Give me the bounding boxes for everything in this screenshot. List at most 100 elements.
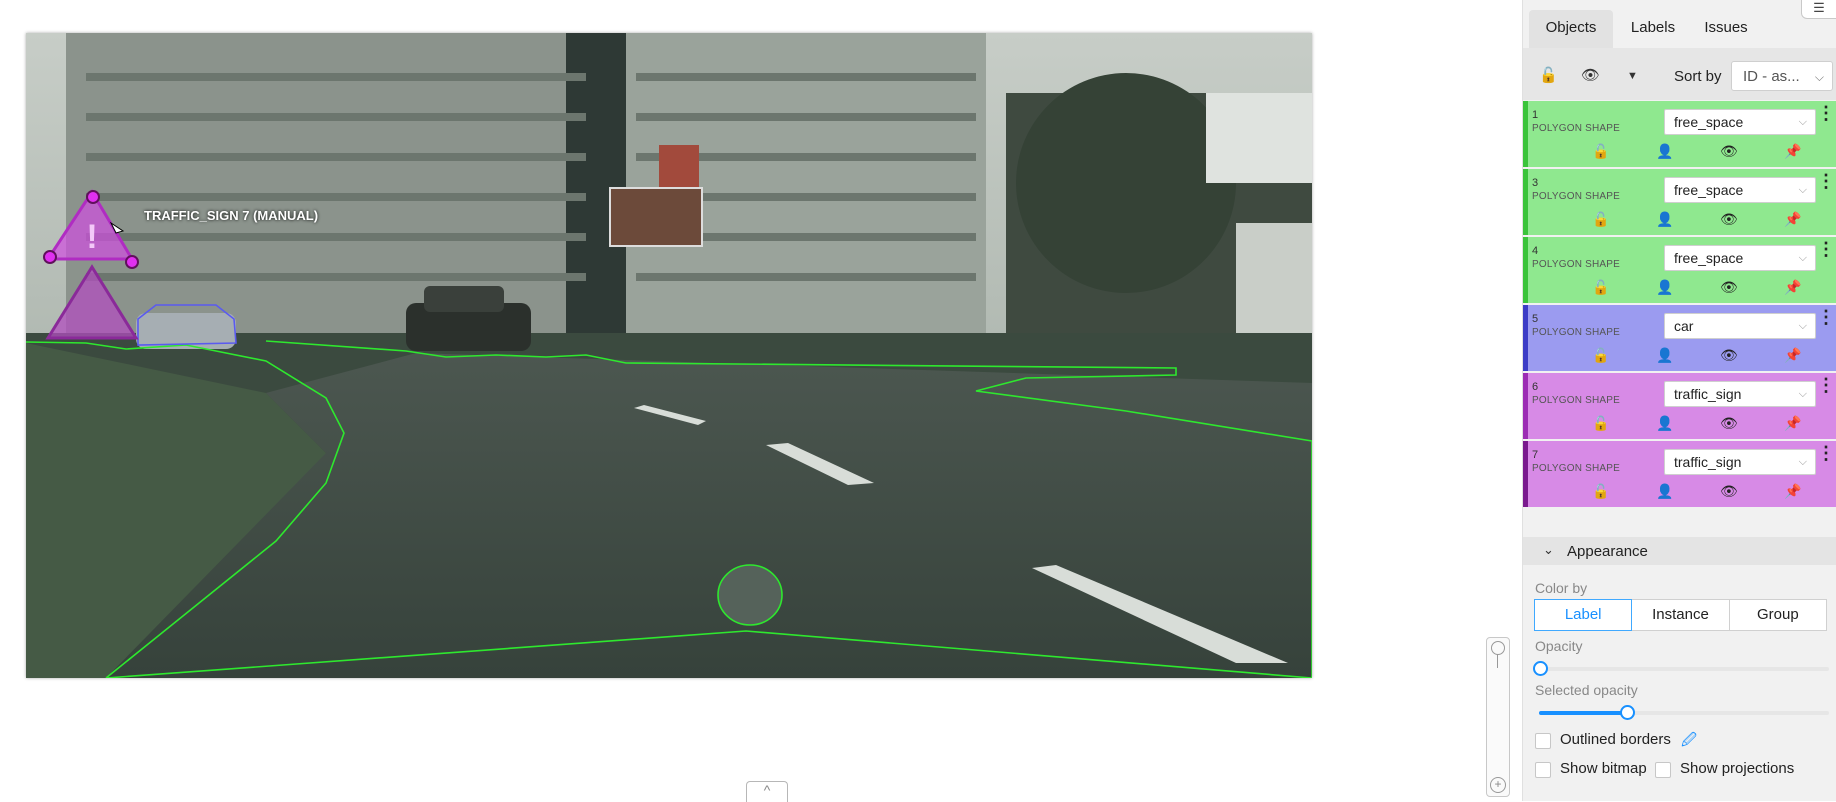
outlined-borders-label: Outlined borders (1560, 731, 1671, 748)
more-options-icon[interactable]: ⋮ (1817, 104, 1835, 122)
more-options-icon[interactable]: ⋮ (1817, 308, 1835, 326)
sort-select[interactable]: ID - as... ⌵ (1731, 61, 1833, 91)
outlined-borders-checkbox[interactable] (1535, 733, 1551, 749)
object-label-value: car (1674, 318, 1694, 334)
annotation-canvas[interactable]: ! TRAFFIC_SIGN 7 (MANUAL) ^ + (0, 0, 1510, 802)
vertex-handle-left[interactable] (43, 250, 57, 264)
opacity-slider-handle[interactable] (1533, 661, 1548, 676)
eye-all-icon[interactable]: 👁 (1581, 66, 1600, 84)
pin-icon[interactable]: 📌 (1784, 483, 1801, 500)
user-icon[interactable]: 👤 (1656, 143, 1673, 160)
chevron-down-icon: ⌵ (1798, 184, 1807, 196)
more-options-icon[interactable]: ⋮ (1817, 172, 1835, 190)
pin-icon[interactable]: 📌 (1784, 347, 1801, 364)
eye-icon[interactable]: 👁 (1720, 143, 1738, 160)
show-bitmap-checkbox[interactable] (1535, 762, 1551, 778)
selected-opacity-slider-handle[interactable] (1620, 705, 1635, 720)
object-item[interactable]: 4 POLYGON SHAPE free_space ⌵ ⋮ 🔓 👤 👁 📌 (1523, 237, 1836, 303)
color-by-label-option[interactable]: Label (1534, 599, 1633, 631)
user-icon[interactable]: 👤 (1656, 415, 1673, 432)
lock-icon[interactable]: 🔓 (1592, 483, 1609, 500)
chevron-down-icon: ⌵ (1814, 70, 1824, 84)
eye-icon[interactable]: 👁 (1720, 483, 1738, 500)
object-label-value: free_space (1674, 182, 1744, 198)
tab-labels[interactable]: Labels (1615, 10, 1691, 48)
eye-icon[interactable]: 👁 (1720, 415, 1738, 432)
object-item[interactable]: 7 POLYGON SHAPE traffic_sign ⌵ ⋮ 🔓 👤 👁 📌 (1523, 441, 1836, 507)
object-item[interactable]: 1 POLYGON SHAPE free_space ⌵ ⋮ 🔓 👤 👁 📌 (1523, 101, 1836, 167)
lock-icon[interactable]: 🔓 (1592, 211, 1609, 228)
object-label-value: traffic_sign (1674, 386, 1742, 402)
object-label-select[interactable]: free_space ⌵ (1664, 177, 1816, 203)
user-icon[interactable]: 👤 (1656, 347, 1673, 364)
lock-icon[interactable]: 🔓 (1592, 347, 1609, 364)
object-label-select[interactable]: free_space ⌵ (1664, 245, 1816, 271)
eye-icon[interactable]: 👁 (1720, 279, 1738, 296)
object-id: 1 (1532, 109, 1539, 121)
selected-opacity-label: Selected opacity (1535, 682, 1638, 698)
color-by-label: Color by (1535, 580, 1588, 596)
object-label-value: traffic_sign (1674, 454, 1742, 470)
street-scene-image[interactable]: ! (26, 33, 1312, 678)
lock-icon[interactable]: 🔓 (1592, 415, 1609, 432)
eye-icon[interactable]: 👁 (1720, 347, 1738, 364)
user-icon[interactable]: 👤 (1656, 483, 1673, 500)
eye-icon[interactable]: 👁 (1720, 211, 1738, 228)
sort-by-label: Sort by (1674, 68, 1722, 85)
object-type: POLYGON SHAPE (1532, 463, 1620, 474)
chevron-down-icon: ⌵ (1798, 320, 1807, 332)
car-logo (717, 564, 783, 626)
more-options-icon[interactable]: ⋮ (1817, 240, 1835, 258)
color-by-instance-option[interactable]: Instance (1631, 599, 1730, 631)
object-item[interactable]: 5 POLYGON SHAPE car ⌵ ⋮ 🔓 👤 👁 📌 (1523, 305, 1836, 371)
appearance-title: Appearance (1567, 543, 1648, 560)
user-icon[interactable]: 👤 (1656, 279, 1673, 296)
object-item[interactable]: 3 POLYGON SHAPE free_space ⌵ ⋮ 🔓 👤 👁 📌 (1523, 169, 1836, 235)
pin-icon[interactable]: 📌 (1784, 211, 1801, 228)
object-label: TRAFFIC_SIGN 7 (MANUAL) (144, 208, 319, 223)
user-icon[interactable]: 👤 (1656, 211, 1673, 228)
vertex-handle-right[interactable] (125, 255, 139, 269)
sort-value: ID - as... (1743, 68, 1800, 85)
lock-icon[interactable]: 🔓 (1592, 279, 1609, 296)
object-label-select[interactable]: car ⌵ (1664, 313, 1816, 339)
object-label-select[interactable]: traffic_sign ⌵ (1664, 449, 1816, 475)
street-sign (609, 187, 703, 247)
show-projections-label: Show projections (1680, 760, 1795, 777)
pin-icon[interactable]: 📌 (1784, 143, 1801, 160)
object-type: POLYGON SHAPE (1532, 123, 1620, 134)
selected-opacity-slider[interactable] (1539, 705, 1829, 720)
color-picker-icon[interactable]: 🖉 (1681, 730, 1697, 755)
tab-objects[interactable]: Objects (1529, 10, 1613, 48)
show-projections-checkbox[interactable] (1655, 762, 1671, 778)
selected-opacity-slider-fill (1539, 711, 1626, 715)
vertex-handle-top[interactable] (86, 190, 100, 204)
lock-icon[interactable]: 🔓 (1592, 143, 1609, 160)
pin-icon[interactable]: 📌 (1784, 415, 1801, 432)
show-bitmap-label: Show bitmap (1560, 760, 1647, 777)
zoom-handle[interactable] (1491, 641, 1505, 655)
caret-down-icon[interactable]: ▼ (1627, 70, 1638, 82)
object-label-select[interactable]: traffic_sign ⌵ (1664, 381, 1816, 407)
chevron-down-icon: ⌵ (1798, 116, 1807, 128)
collapse-panel-button[interactable]: ^ (746, 781, 788, 802)
object-id: 3 (1532, 177, 1539, 189)
color-by-group-option[interactable]: Group (1728, 599, 1827, 631)
pin-icon[interactable]: 📌 (1784, 279, 1801, 296)
more-options-icon[interactable]: ⋮ (1817, 444, 1835, 462)
object-type: POLYGON SHAPE (1532, 259, 1620, 270)
appearance-section-header[interactable]: ⌄ Appearance (1523, 537, 1836, 565)
tab-issues[interactable]: Issues (1691, 10, 1761, 48)
object-type: POLYGON SHAPE (1532, 191, 1620, 202)
zoom-in-icon[interactable]: + (1490, 777, 1506, 793)
object-item[interactable]: 6 POLYGON SHAPE traffic_sign ⌵ ⋮ 🔓 👤 👁 📌 (1523, 373, 1836, 439)
opacity-slider[interactable] (1533, 661, 1829, 676)
object-label-select[interactable]: free_space ⌵ (1664, 109, 1816, 135)
object-type: POLYGON SHAPE (1532, 395, 1620, 406)
lock-all-icon[interactable]: 🔓 (1539, 66, 1558, 84)
sidebar-tabs: Objects Labels Issues (1523, 0, 1836, 48)
street-scene: ! (26, 33, 1312, 678)
road (106, 353, 1312, 678)
more-options-icon[interactable]: ⋮ (1817, 376, 1835, 394)
zoom-slider[interactable]: + (1486, 637, 1510, 797)
